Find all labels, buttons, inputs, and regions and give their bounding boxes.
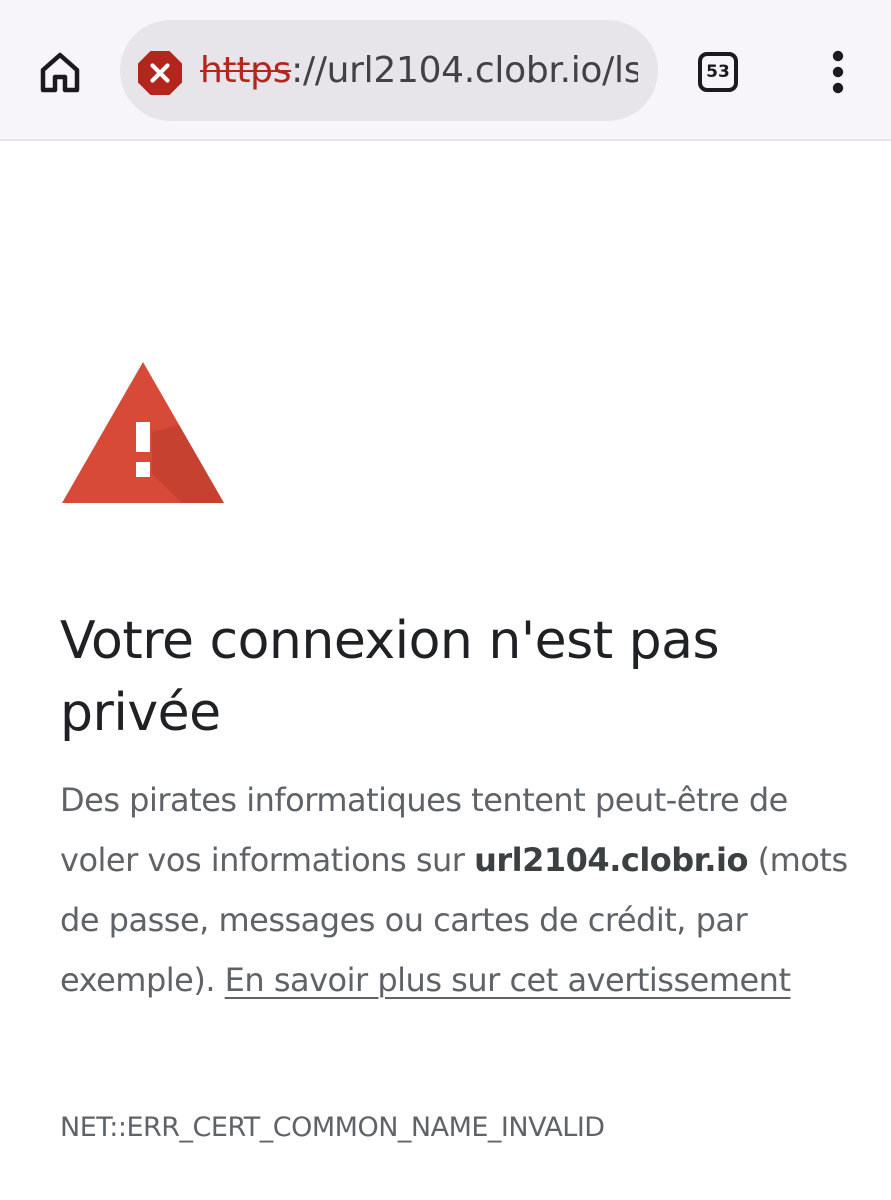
home-icon <box>40 52 80 93</box>
site-domain: url2104.clobr.io <box>474 841 748 879</box>
warning-triangle-icon <box>62 362 224 503</box>
browser-toolbar: https://url2104.clobr.io/ls 53 <box>0 0 891 141</box>
url-text[interactable]: https://url2104.clobr.io/ls <box>200 46 638 96</box>
more-vert-icon <box>832 50 844 94</box>
not-secure-icon[interactable] <box>137 50 183 96</box>
tab-count: 53 <box>706 62 730 82</box>
url-scheme: https <box>200 50 292 91</box>
tab-switcher-icon: 53 <box>698 52 738 92</box>
tab-switcher-button[interactable]: 53 <box>690 44 746 100</box>
page-title: Votre connexion n'est pas privée <box>60 611 720 743</box>
url-host-path: ://url2104.clobr.io/ls <box>291 50 638 91</box>
learn-more-link[interactable]: En savoir plus sur cet avertissement <box>225 961 791 999</box>
warning-description: Des pirates informatiques tentent peut-ê… <box>60 770 850 1010</box>
overflow-menu-button[interactable] <box>814 44 862 100</box>
home-button[interactable] <box>30 44 90 100</box>
error-code[interactable]: NET::ERR_CERT_COMMON_NAME_INVALID <box>60 1108 605 1148</box>
